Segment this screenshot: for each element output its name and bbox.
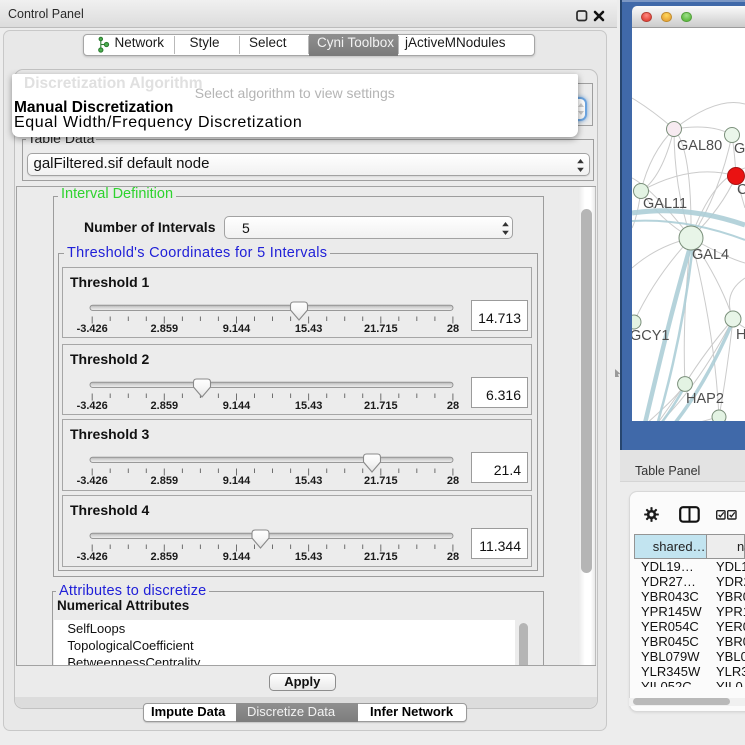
svg-text:HAP2: HAP2	[686, 391, 724, 407]
svg-text:CY: CY	[737, 182, 745, 198]
svg-text:GAL80: GAL80	[677, 138, 722, 154]
svg-text:GCY1: GCY1	[632, 328, 670, 344]
svg-text:GAL11: GAL11	[643, 196, 687, 212]
svg-text:H: H	[736, 327, 745, 343]
svg-text:GAL4: GAL4	[692, 247, 729, 263]
svg-text:GA: GA	[734, 141, 745, 157]
